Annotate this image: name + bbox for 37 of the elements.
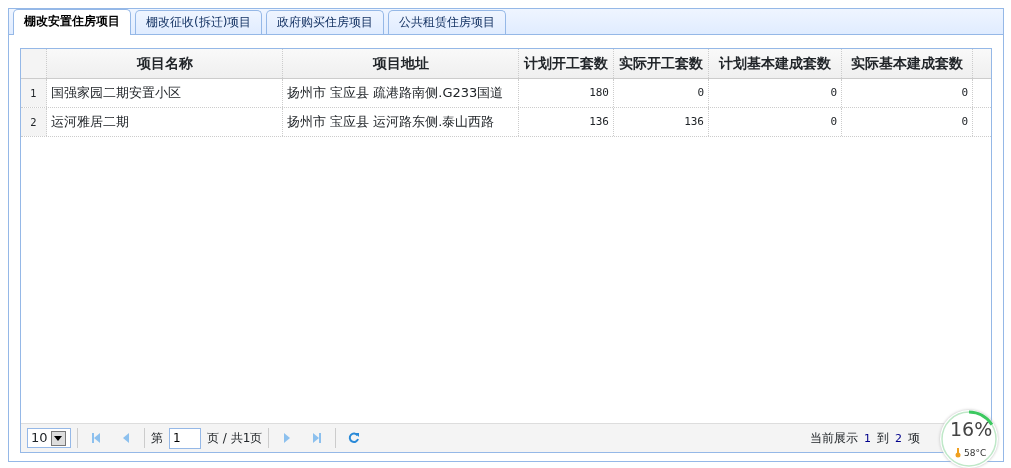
column-header[interactable]: 计划开工套数 — [519, 49, 614, 78]
tab[interactable]: 政府购买住房项目 — [266, 10, 385, 34]
row-number: 1 — [21, 79, 47, 107]
column-header[interactable]: 项目地址 — [283, 49, 519, 78]
first-page-icon[interactable] — [90, 432, 102, 444]
dropdown-caret-icon[interactable] — [50, 430, 66, 446]
column-header[interactable]: 实际基本建成套数 — [842, 49, 973, 78]
cpu-monitor-widget[interactable]: 16% 58°C — [940, 410, 998, 468]
table-cell: 136 — [519, 108, 614, 136]
page-label: 第 — [151, 430, 163, 447]
table-cell: 扬州市 宝应县 疏港路南侧.G233国道 — [283, 79, 519, 107]
tab[interactable]: 棚改征收(拆迁)项目 — [135, 10, 263, 34]
column-header[interactable]: 计划基本建成套数 — [709, 49, 842, 78]
column-header[interactable]: 项目名称 — [47, 49, 283, 78]
table-cell: 136 — [614, 108, 709, 136]
table-cell: 0 — [709, 108, 842, 136]
last-page-icon[interactable] — [311, 432, 324, 444]
table-cell: 扬州市 宝应县 运河路东侧.泰山西路 — [283, 108, 519, 136]
thermometer-icon — [955, 448, 961, 458]
page-summary-text: 当前展示 1 到 2 项 — [809, 429, 921, 447]
table-cell: 运河雅居二期 — [47, 108, 283, 136]
table-cell: 0 — [709, 79, 842, 107]
row-number: 2 — [21, 108, 47, 136]
table-cell: 0 — [842, 79, 973, 107]
refresh-icon[interactable] — [348, 432, 361, 444]
table-cell: 180 — [519, 79, 614, 107]
table-cell: 0 — [842, 108, 973, 136]
page-input[interactable]: 1 — [169, 427, 201, 449]
table-cell: 0 — [614, 79, 709, 107]
column-header[interactable]: 实际开工套数 — [614, 49, 709, 78]
usage-reading: 16% — [950, 420, 993, 439]
table-cell: 国强家园二期安置小区 — [47, 79, 283, 107]
tab[interactable]: 棚改安置住房项目 — [13, 9, 131, 35]
page-size-select[interactable]: 10 — [27, 428, 71, 448]
temperature-reading: 58°C — [964, 449, 987, 458]
tab[interactable]: 公共租赁住房项目 — [388, 10, 507, 34]
page-total-label: 页 / 共1页 — [207, 430, 263, 447]
